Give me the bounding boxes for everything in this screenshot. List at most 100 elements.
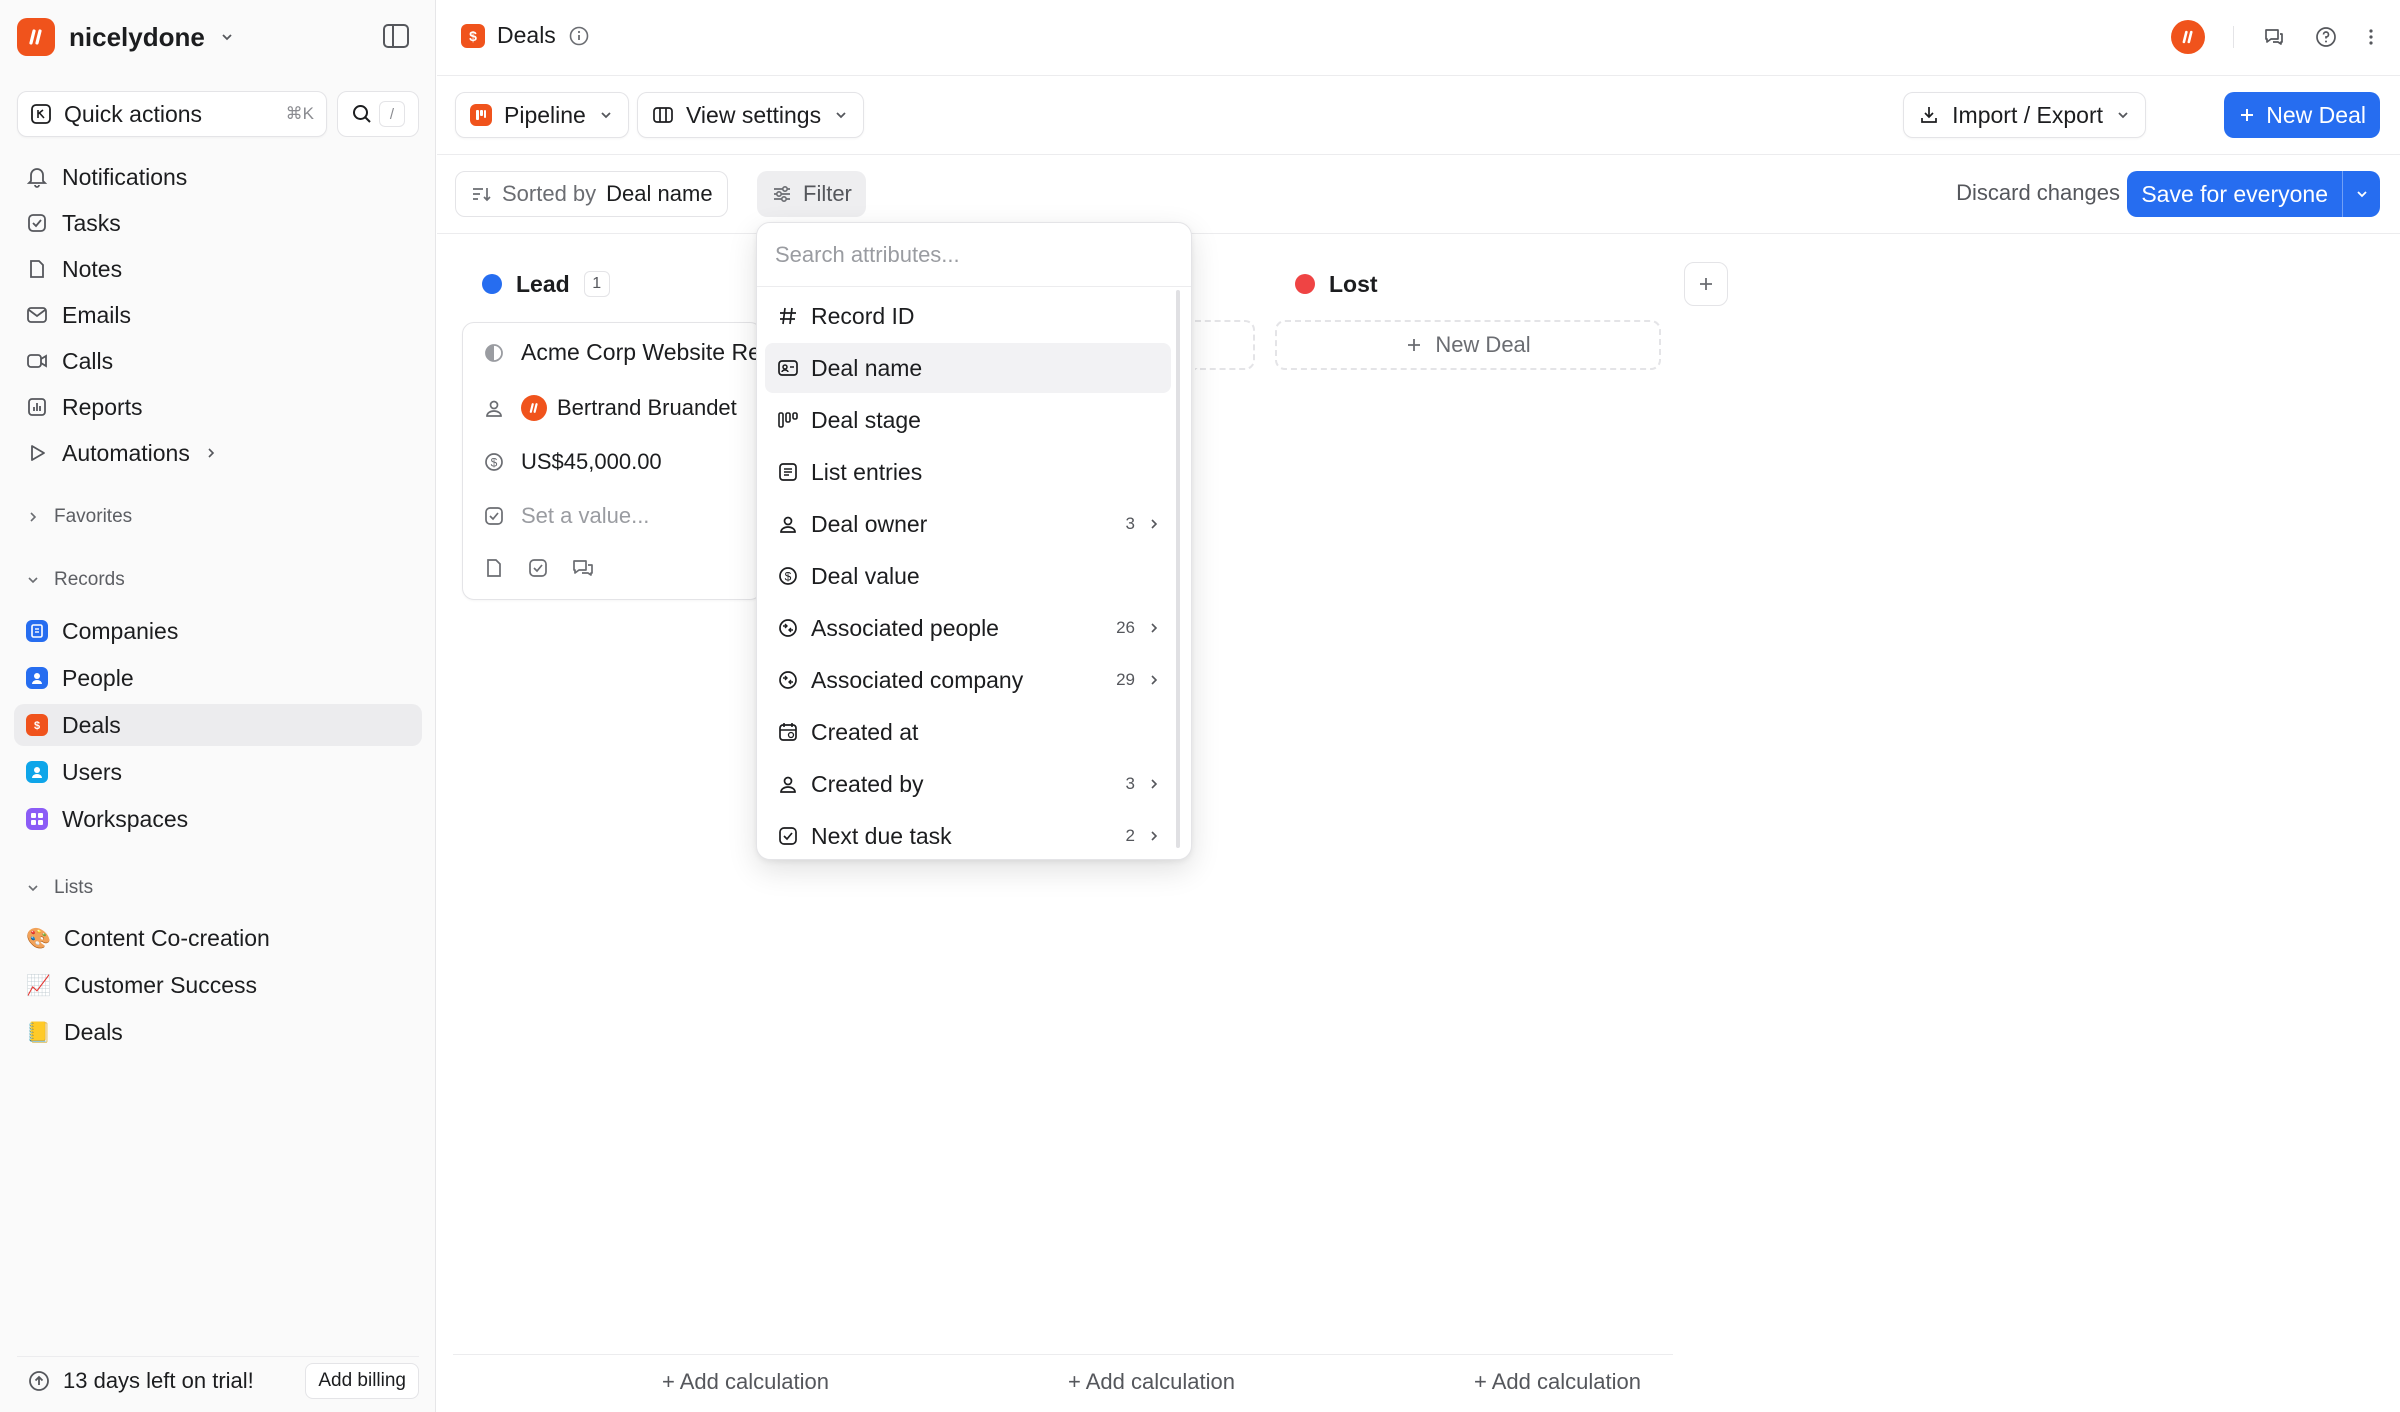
attribute-label: Next due task — [811, 822, 952, 849]
nav-tasks[interactable]: Tasks — [14, 202, 422, 244]
attribute-option-deal-stage[interactable]: Deal stage — [765, 395, 1171, 445]
save-options-caret[interactable] — [2342, 171, 2380, 217]
chevron-down-icon — [2118, 112, 2128, 119]
checkbox-icon — [485, 507, 503, 525]
card-task-row[interactable]: Set a value... — [483, 503, 649, 529]
building-icon — [26, 620, 48, 642]
filter-button[interactable]: Filter — [757, 171, 866, 217]
filter-icon — [774, 185, 790, 203]
view-toolbar: Pipeline View settings Import / Export N… — [437, 77, 2400, 155]
help-icon[interactable] — [2314, 25, 2338, 49]
discard-changes-button[interactable]: Discard changes — [1956, 180, 2120, 206]
nav-emails[interactable]: Emails — [14, 294, 422, 336]
dropdown-scrollbar[interactable] — [1176, 290, 1180, 848]
attribute-submenu: 2 — [1126, 826, 1171, 846]
attribute-submenu: 3 — [1126, 774, 1171, 794]
add-column-button[interactable] — [1684, 262, 1728, 306]
comments-icon[interactable] — [2262, 25, 2286, 49]
attribute-option-associated-people[interactable]: Associated people 26 — [765, 603, 1171, 653]
import-export-label: Import / Export — [1952, 101, 2103, 128]
column-title: Lost — [1329, 270, 1378, 297]
sort-icon — [473, 188, 491, 202]
columns-icon — [653, 107, 673, 123]
note-icon — [30, 260, 44, 278]
attribute-option-next-due-task[interactable]: Next due task 2 — [765, 811, 1171, 859]
sort-button[interactable]: Sorted by Deal name — [455, 171, 728, 217]
avatar[interactable] — [2171, 20, 2205, 54]
card-task-placeholder: Set a value... — [521, 503, 650, 528]
chevron-down-icon — [28, 577, 38, 584]
sidebar-item-deals[interactable]: $ Deals — [14, 704, 422, 746]
calendar-icon — [779, 723, 797, 741]
chevron-down-icon — [222, 34, 232, 41]
new-deal-button[interactable]: New Deal — [2224, 92, 2380, 138]
sidebar-item-people[interactable]: People — [14, 657, 422, 699]
chevron-right-icon — [1151, 519, 1158, 529]
list-item-content-cocreation[interactable]: 🎨 Content Co-creation — [14, 917, 422, 959]
sidebar-item-companies[interactable]: Companies — [14, 610, 422, 652]
attribute-option-record-id[interactable]: Record ID — [765, 291, 1171, 341]
favorites-section[interactable]: Favorites — [26, 502, 132, 532]
attribute-label: Deal stage — [811, 406, 921, 433]
stage-icon — [778, 412, 798, 428]
attribute-option-list-entries[interactable]: List entries — [765, 447, 1171, 497]
add-billing-button[interactable]: Add billing — [305, 1362, 419, 1399]
attribute-label: Created at — [811, 718, 919, 745]
attribute-option-deal-value[interactable]: $ Deal value — [765, 551, 1171, 601]
attribute-option-deal-name[interactable]: Deal name — [765, 343, 1171, 393]
new-deal-placeholder[interactable] — [1195, 320, 1255, 370]
lists-section[interactable]: Lists — [26, 873, 93, 903]
nav-notifications[interactable]: Notifications — [14, 156, 422, 198]
add-calculation-button[interactable]: + Add calculation — [1068, 1369, 1235, 1395]
view-settings-button[interactable]: View settings — [637, 92, 865, 138]
chevron-down-icon — [2356, 191, 2367, 198]
import-export-button[interactable]: Import / Export — [1903, 92, 2146, 138]
attribute-label: Created by — [811, 770, 924, 797]
attribute-option-deal-owner[interactable]: Deal owner 3 — [765, 499, 1171, 549]
play-icon — [31, 445, 45, 461]
list-item-customer-success[interactable]: 📈 Customer Success — [14, 964, 422, 1006]
attribute-option-associated-company[interactable]: Associated company 29 — [765, 655, 1171, 705]
sidebar-toggle-icon[interactable] — [382, 23, 410, 49]
nav-label: Calls — [62, 347, 114, 374]
attribute-option-created-at[interactable]: Created at — [765, 707, 1171, 757]
nav-reports[interactable]: Reports — [14, 386, 422, 428]
search-button[interactable]: / — [337, 91, 419, 137]
info-icon[interactable] — [568, 25, 590, 47]
chevron-right-icon — [208, 448, 214, 458]
add-calculation-button[interactable]: + Add calculation — [1474, 1369, 1641, 1395]
column-header-lost[interactable]: Lost — [1295, 266, 1378, 302]
column-header-lead[interactable]: Lead 1 — [482, 266, 610, 302]
note-icon[interactable] — [483, 557, 505, 579]
list-item-label: Customer Success — [64, 971, 258, 998]
workspace-switcher[interactable]: nicelydone — [17, 17, 235, 57]
quick-actions-button[interactable]: Quick actions ⌘K — [17, 91, 327, 137]
save-label: Save for everyone — [2141, 180, 2328, 207]
nav-notes[interactable]: Notes — [14, 248, 422, 290]
trial-text: 13 days left on trial! — [63, 1367, 254, 1393]
task-icon[interactable] — [527, 557, 549, 579]
trial-banner: 13 days left on trial! Add billing — [17, 1356, 419, 1404]
page-title: Deals — [497, 22, 556, 48]
view-selector-button[interactable]: Pipeline — [455, 92, 629, 138]
deal-card[interactable]: Acme Corp Website Re Bertrand Bruandet $… — [462, 322, 762, 600]
add-calculation-button[interactable]: + Add calculation — [662, 1369, 829, 1395]
search-icon — [353, 105, 371, 123]
save-for-everyone-button[interactable]: Save for everyone — [2127, 171, 2380, 217]
more-vertical-icon[interactable] — [2366, 25, 2376, 49]
quick-actions-shortcut: ⌘K — [285, 104, 314, 123]
relation-icon — [779, 671, 797, 689]
attribute-search-input[interactable]: Search attributes... — [757, 223, 1191, 287]
nav-calls[interactable]: Calls — [14, 340, 422, 382]
records-section[interactable]: Records — [26, 565, 125, 595]
sidebar-item-workspaces[interactable]: Workspaces — [14, 798, 422, 840]
attribute-option-created-by[interactable]: Created by 3 — [765, 759, 1171, 809]
comment-icon[interactable] — [571, 557, 595, 579]
search-shortcut: / — [379, 101, 405, 127]
nav-label: Emails — [62, 301, 132, 328]
sidebar-item-users[interactable]: Users — [14, 751, 422, 793]
grid-icon — [26, 808, 48, 830]
new-deal-lost-button[interactable]: New Deal — [1275, 320, 1661, 370]
nav-automations[interactable]: Automations — [14, 432, 422, 474]
list-item-deals[interactable]: 📒 Deals — [14, 1011, 422, 1053]
